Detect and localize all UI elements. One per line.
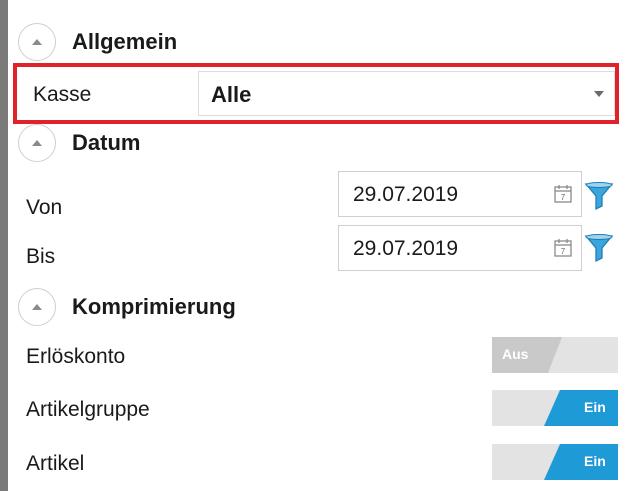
artikel-toggle[interactable]: Ein [492, 444, 618, 480]
section-title-allgemein: Allgemein [72, 29, 178, 54]
bis-label: Bis [26, 245, 56, 268]
section-title-datum: Datum [72, 130, 141, 155]
section-header-datum[interactable]: Datum [12, 121, 140, 165]
artikelgruppe-toggle[interactable]: Ein [492, 390, 618, 426]
collapse-up-icon[interactable] [18, 23, 56, 61]
von-date-field[interactable]: 29.07.2019 7 [338, 171, 582, 217]
von-label: Von [26, 196, 63, 219]
calendar-icon[interactable]: 7 [553, 184, 573, 209]
bis-date-value: 29.07.2019 [353, 237, 459, 260]
artikelgruppe-toggle-state: Ein [584, 399, 606, 415]
section-header-komprimierung[interactable]: Komprimierung [12, 285, 236, 329]
filter-funnel-icon[interactable] [584, 233, 614, 268]
von-date-value: 29.07.2019 [353, 183, 459, 206]
filter-funnel-icon[interactable] [584, 181, 614, 216]
kasse-row-highlight: Kasse Alle [13, 63, 619, 124]
section-header-allgemein[interactable]: Allgemein [12, 20, 177, 64]
svg-text:7: 7 [561, 247, 566, 256]
kasse-select[interactable]: Alle [198, 71, 615, 116]
artikelgruppe-label: Artikelgruppe [26, 398, 150, 421]
erloeskonto-label: Erlöskonto [26, 345, 126, 368]
erloeskonto-toggle[interactable]: Aus [492, 337, 618, 373]
section-title-komprimierung: Komprimierung [72, 294, 236, 319]
bis-date-field[interactable]: 29.07.2019 7 [338, 225, 582, 271]
artikel-label: Artikel [26, 452, 85, 475]
panel-left-border [0, 0, 8, 491]
calendar-icon[interactable]: 7 [553, 238, 573, 263]
kasse-select-value: Alle [211, 82, 252, 107]
dropdown-caret-icon[interactable] [594, 91, 604, 97]
svg-text:7: 7 [561, 193, 566, 202]
kasse-label: Kasse [33, 83, 92, 106]
artikel-toggle-state: Ein [584, 453, 606, 469]
collapse-up-icon[interactable] [18, 288, 56, 326]
collapse-up-icon[interactable] [18, 124, 56, 162]
erloeskonto-toggle-state: Aus [502, 346, 529, 362]
